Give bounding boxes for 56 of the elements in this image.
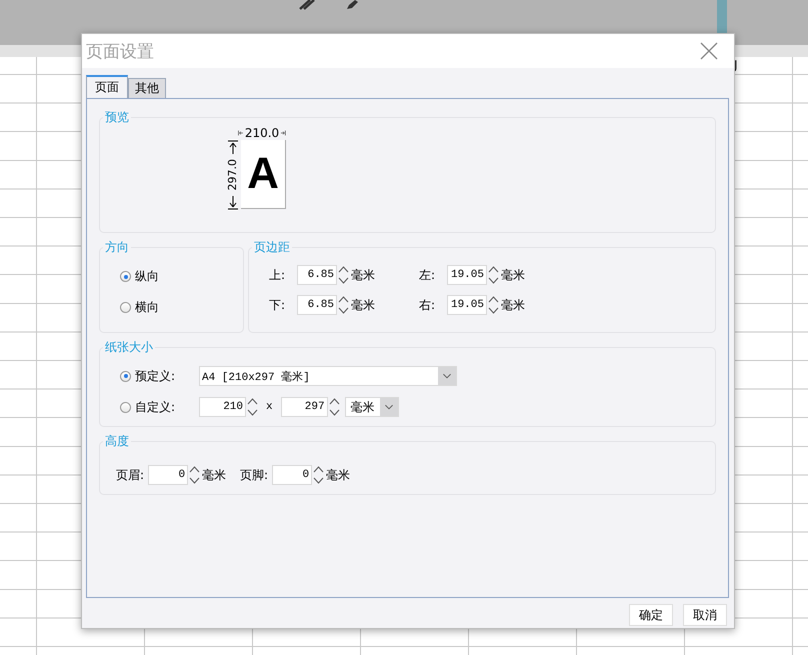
group-title: 高度	[104, 433, 130, 450]
radio-label[interactable]: 预定义:	[135, 368, 199, 384]
unit-label: 毫米	[501, 296, 525, 314]
width-dimension: 210.0	[244, 126, 280, 140]
number-field[interactable]: 19.05	[447, 295, 487, 315]
spinner-arrows-icon[interactable]	[246, 396, 259, 418]
group-title: 方向	[104, 239, 130, 256]
field-label: 页脚:	[240, 466, 268, 484]
unit-label: 毫米	[351, 296, 375, 314]
radio-button[interactable]	[120, 402, 131, 412]
window-title: 页面设置	[86, 40, 154, 62]
field-label: 左:	[419, 266, 436, 284]
tab[interactable]: 页面	[86, 75, 128, 98]
spinner-arrows-icon[interactable]	[337, 294, 350, 316]
spinner-arrows-icon[interactable]	[487, 264, 500, 286]
radio-button[interactable]	[120, 370, 131, 382]
unit-dropdown[interactable]: 毫米	[344, 397, 399, 417]
radio-label[interactable]: 纵向	[135, 268, 159, 285]
dialog-button[interactable]: 取消	[683, 604, 727, 626]
unit-label: 毫米	[501, 266, 525, 284]
field-label: 右:	[419, 296, 436, 314]
dialog-button[interactable]: 确定	[629, 604, 673, 626]
spinner-arrows-icon[interactable]	[188, 464, 202, 486]
spinner-arrows-icon[interactable]	[328, 396, 341, 418]
field-label: 上:	[269, 266, 286, 284]
tab[interactable]: 其他	[128, 78, 166, 98]
pencil-icon[interactable]	[346, 0, 360, 10]
number-field[interactable]: 6.85	[297, 265, 337, 285]
close-icon[interactable]	[700, 42, 718, 60]
group-title: 纸张大小	[104, 339, 154, 356]
number-field[interactable]: 0	[272, 465, 312, 485]
number-field[interactable]: 0	[148, 465, 188, 485]
spinner-arrows-icon[interactable]	[487, 294, 500, 316]
radio-button[interactable]	[120, 271, 131, 282]
number-field[interactable]: 6.85	[297, 295, 337, 315]
number-field[interactable]: 210	[199, 397, 246, 417]
radio-button[interactable]	[120, 302, 131, 313]
field-label: 下:	[269, 296, 286, 314]
height-dimension: 297.0	[226, 159, 239, 191]
spinner-arrows-icon[interactable]	[312, 464, 326, 486]
number-field[interactable]: 19.05	[447, 265, 487, 285]
paper-size-dropdown[interactable]: A4 [210x297 毫米]	[199, 366, 457, 386]
group-title: 页边距	[253, 239, 291, 256]
unit-label: 毫米	[326, 466, 350, 484]
group-title: 预览	[104, 109, 130, 126]
times-sign: x	[266, 401, 273, 413]
radio-label[interactable]: 自定义:	[135, 398, 199, 416]
height-arrow-icon	[226, 194, 238, 210]
unit-label: 毫米	[351, 266, 375, 284]
unit-label: 毫米	[202, 466, 226, 484]
field-label: 页眉:	[116, 466, 144, 484]
radio-label[interactable]: 横向	[135, 299, 159, 316]
height-arrow-icon	[226, 140, 238, 156]
spinner-arrows-icon[interactable]	[337, 264, 350, 286]
preview-letter: A	[247, 149, 279, 199]
number-field[interactable]: 297	[280, 397, 328, 417]
